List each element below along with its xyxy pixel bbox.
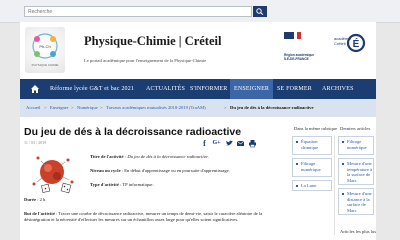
same-rubric-item[interactable]: La Lune — [292, 180, 332, 191]
type-line: Type d'activité : TP informatique. — [90, 182, 154, 187]
same-rubric-link[interactable]: Équation chimique — [301, 139, 331, 150]
bullet-icon — [342, 163, 344, 165]
nav-item-reforme[interactable]: Réforme lycée G&T et bac 2021 — [50, 79, 134, 99]
breadcrumb-separator: > — [100, 105, 103, 110]
bullet-icon — [296, 185, 298, 187]
home-icon[interactable] — [30, 84, 40, 94]
breadcrumb-separator: > — [71, 105, 74, 110]
duration-line: Durée : 2 h. — [24, 197, 286, 203]
recent-article-link[interactable]: Mesure d'une distance à la surface de Ma… — [347, 191, 374, 213]
top-search-bar — [0, 0, 400, 23]
article: Du jeu de dés à la décroissance radioact… — [20, 117, 288, 240]
region-label: Région académique ÎLE-DE-FRANCE — [284, 53, 314, 62]
goal-paragraph: But de l'activité : Tracer une courbe de… — [24, 211, 286, 223]
site-header: Ph-Ch PHYSIQUE CHIMIE Physique-Chimie | … — [20, 22, 376, 79]
level-line: Niveau ou cycle : En début d'apprentissa… — [90, 168, 230, 173]
print-icon[interactable] — [248, 139, 257, 148]
most-read-heading: Articles les plus lus — [340, 229, 377, 234]
logo-caption: PHYSIQUE CHIMIE — [32, 63, 59, 67]
site-title[interactable]: Physique-Chimie | Créteil — [84, 34, 221, 49]
breadcrumb-item[interactable]: Accueil — [26, 105, 40, 110]
goal-value: : Tracer une courbe de décroissance radi… — [24, 211, 263, 222]
breadcrumb-item[interactable]: Numérique — [77, 105, 98, 110]
recent-article-link[interactable]: Mesure d'une température à la surface de… — [347, 161, 374, 183]
goal-label: But de l'activité — [24, 211, 55, 216]
nav-item-sinformer[interactable]: S'INFORMER — [190, 79, 227, 99]
svg-text:É: É — [353, 37, 360, 50]
region-label-line2: ÎLE-DE-FRANCE — [284, 56, 309, 61]
activity-title-label: Titre de l'activité — [90, 154, 124, 159]
level-value: : En début d'apprentissage ou en poursui… — [120, 168, 230, 173]
search-button[interactable] — [253, 6, 267, 17]
bullet-icon — [342, 193, 344, 195]
same-rubric-item[interactable]: Équation chimique — [292, 136, 332, 155]
nav-item-enseigner[interactable]: ENSEIGNER — [230, 79, 274, 99]
breadcrumb-separator: > — [44, 105, 47, 110]
same-rubric-link[interactable]: La Lune — [301, 183, 331, 189]
activity-title-value: : Du jeu de dés à la décroissance radioa… — [123, 154, 209, 159]
sidebar-divider — [334, 135, 335, 235]
nav-item-archives[interactable]: ARCHIVES — [322, 79, 354, 99]
same-rubric-heading: Dans la même rubrique — [294, 126, 337, 131]
breadcrumb-current: Du jeu de dés à la décroissance radioact… — [230, 105, 314, 110]
search-icon — [256, 8, 264, 15]
same-rubric-item[interactable]: Filtrage numérique — [292, 158, 332, 177]
type-value: : TP informatique. — [118, 182, 154, 187]
level-label: Niveau ou cycle — [90, 168, 121, 173]
svg-text:Créteil: Créteil — [334, 41, 346, 46]
breadcrumb-separator: > — [224, 105, 227, 110]
recent-article-item[interactable]: Mesure d'une température à la surface de… — [338, 158, 374, 185]
site-logo[interactable]: Ph-Ch PHYSIQUE CHIMIE — [20, 22, 70, 79]
recent-article-item[interactable]: Mesure d'une distance à la surface de Ma… — [338, 188, 374, 215]
article-date: 11 / 03 / 2019 — [24, 140, 47, 145]
recent-article-item[interactable]: Filtrage numérique — [338, 136, 374, 155]
academie-logo-icon[interactable]: académie Créteil É — [332, 26, 366, 66]
main-content: Du jeu de dés à la décroissance radioact… — [20, 117, 376, 240]
article-title: Du jeu de dés à la décroissance radioact… — [24, 126, 242, 138]
type-label: Type d'activité — [90, 182, 119, 187]
recent-articles-heading: Derniers articles — [340, 126, 371, 131]
breadcrumb: Accueil > Enseigner > Numérique > Travau… — [20, 99, 376, 117]
recent-article-link[interactable]: Filtrage numérique — [347, 139, 374, 150]
bullet-icon — [296, 141, 298, 143]
logo-text: Ph-Ch — [39, 44, 50, 49]
duration-value: : 2 h. — [36, 197, 47, 202]
twitter-share-icon[interactable] — [225, 139, 234, 148]
googleplus-share-icon[interactable]: G+ — [212, 139, 221, 148]
nav-item-seformer[interactable]: SE FORMER — [277, 79, 312, 99]
email-share-icon[interactable] — [236, 139, 245, 148]
activity-title-line: Titre de l'activité : Du jeu de dés à la… — [90, 154, 209, 159]
search-input[interactable] — [24, 6, 252, 17]
breadcrumb-item[interactable]: Enseigner — [50, 105, 68, 110]
facebook-share-icon[interactable]: f — [200, 139, 209, 148]
nav-item-actualites[interactable]: ACTUALITÉS — [146, 79, 185, 99]
duration-label: Durée — [24, 197, 36, 202]
sidebar: Dans la même rubrique Derniers articles … — [290, 117, 376, 240]
main-nav: Réforme lycée G&T et bac 2021 ACTUALITÉS… — [20, 79, 376, 99]
site-subtitle: Le portail académique pour l'enseignemen… — [84, 58, 207, 63]
bullet-icon — [342, 141, 344, 143]
dice-illustration — [32, 156, 74, 194]
bullet-icon — [296, 163, 298, 165]
breadcrumb-item[interactable]: Travaux académiques mutualisés 2018-2019… — [106, 105, 206, 110]
same-rubric-link[interactable]: Filtrage numérique — [301, 161, 331, 172]
